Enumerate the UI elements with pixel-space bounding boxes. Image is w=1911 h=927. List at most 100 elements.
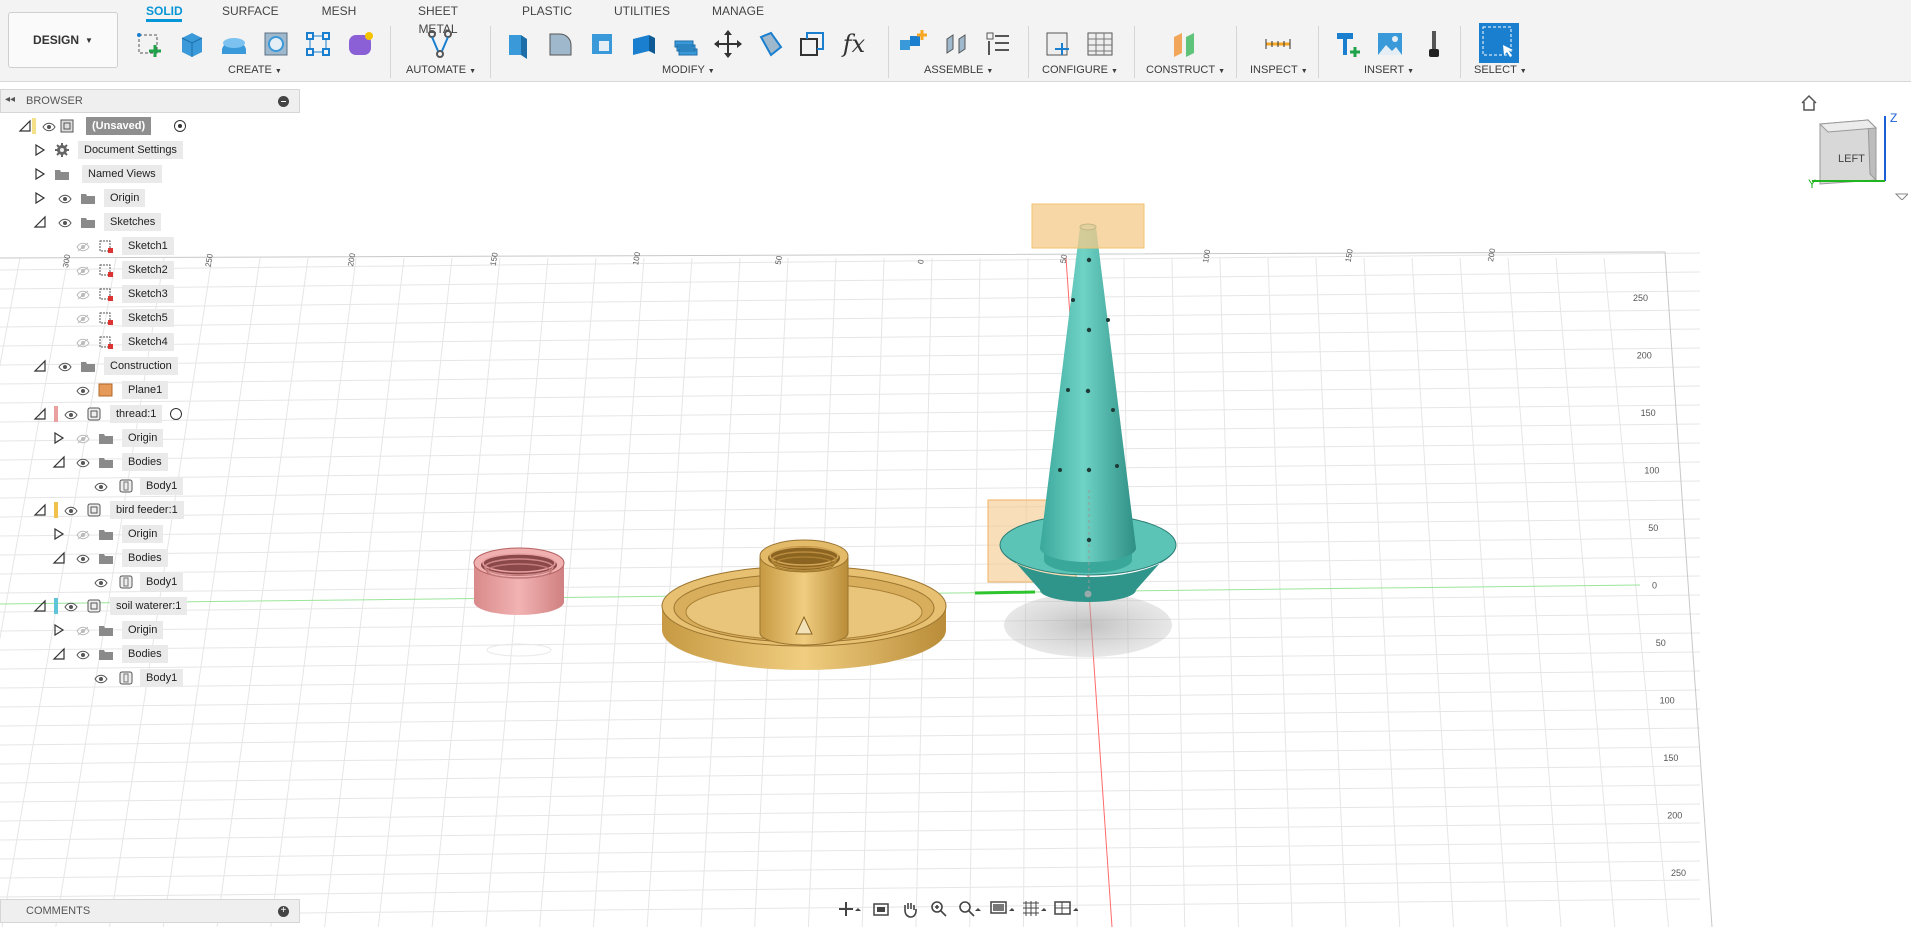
tab-solid[interactable]: SOLID bbox=[146, 2, 183, 22]
tab-plastic[interactable]: PLASTIC bbox=[522, 2, 572, 22]
expand-arrow-icon[interactable] bbox=[33, 191, 47, 205]
move-tool[interactable] bbox=[710, 26, 746, 62]
automate-menu[interactable]: AUTOMATE ▼ bbox=[406, 64, 476, 76]
activate-radio[interactable] bbox=[174, 120, 186, 132]
hidden-eye-icon[interactable] bbox=[76, 433, 90, 444]
bird-feeder-body[interactable] bbox=[661, 539, 947, 670]
hidden-eye-icon[interactable] bbox=[76, 313, 90, 324]
decal-tool[interactable] bbox=[1416, 26, 1452, 62]
measure-tool[interactable] bbox=[1260, 26, 1296, 62]
hidden-eye-icon[interactable] bbox=[76, 337, 90, 348]
eye-icon[interactable] bbox=[58, 361, 72, 372]
align-tool[interactable] bbox=[752, 26, 788, 62]
minimize-icon[interactable] bbox=[278, 96, 289, 107]
collapse-arrow-icon[interactable] bbox=[52, 455, 66, 469]
tab-surface[interactable]: SURFACE bbox=[222, 2, 279, 22]
parameters-tool[interactable]: fx bbox=[836, 26, 872, 62]
chamfer-tool[interactable] bbox=[584, 26, 620, 62]
configure-tool[interactable] bbox=[1040, 26, 1076, 62]
eye-icon[interactable] bbox=[94, 673, 108, 684]
insert-derive-tool[interactable] bbox=[1330, 26, 1366, 62]
workspace-switcher[interactable]: DESIGN ▼ bbox=[8, 12, 118, 68]
collapse-arrow-icon[interactable] bbox=[33, 215, 47, 229]
combine-tool[interactable] bbox=[668, 26, 704, 62]
assemble-menu[interactable]: ASSEMBLE ▼ bbox=[924, 64, 993, 76]
expand-arrow-icon[interactable] bbox=[52, 623, 66, 637]
form-tool[interactable] bbox=[342, 26, 378, 62]
joint-tool[interactable] bbox=[938, 26, 974, 62]
fit-button[interactable] bbox=[958, 899, 982, 919]
configuration-table-tool[interactable] bbox=[1082, 26, 1118, 62]
insert-menu[interactable]: INSERT ▼ bbox=[1364, 64, 1414, 76]
hidden-eye-icon[interactable] bbox=[76, 241, 90, 252]
viewcube-menu-icon[interactable] bbox=[1894, 193, 1908, 200]
viewcube[interactable]: LEFT Z Y bbox=[1808, 110, 1908, 200]
tab-mesh[interactable]: MESH bbox=[320, 2, 358, 22]
tab-sheet-metal[interactable]: SHEET METAL bbox=[398, 2, 478, 36]
configure-menu[interactable]: CONFIGURE ▼ bbox=[1042, 64, 1118, 76]
look-at-button[interactable] bbox=[870, 899, 891, 919]
shell-tool[interactable] bbox=[626, 26, 662, 62]
modify-menu[interactable]: MODIFY ▼ bbox=[662, 64, 715, 76]
create-menu[interactable]: CREATE ▼ bbox=[228, 64, 282, 76]
expand-arrow-icon[interactable] bbox=[33, 143, 47, 157]
comments-panel[interactable]: COMMENTS + bbox=[0, 899, 300, 923]
collapse-arrow-icon[interactable] bbox=[52, 647, 66, 661]
new-component-tool[interactable] bbox=[896, 26, 932, 62]
scale-tool[interactable] bbox=[794, 26, 830, 62]
hidden-eye-icon[interactable] bbox=[76, 625, 90, 636]
collapse-arrow-icon[interactable] bbox=[33, 359, 47, 373]
eye-icon[interactable] bbox=[76, 553, 90, 564]
automate-tool[interactable] bbox=[422, 26, 458, 62]
eye-icon[interactable] bbox=[64, 601, 78, 612]
collapse-arrow-icon[interactable] bbox=[52, 551, 66, 565]
pattern-tool[interactable] bbox=[300, 26, 336, 62]
extrude-box-tool[interactable] bbox=[174, 26, 210, 62]
collapse-arrow-icon[interactable] bbox=[33, 599, 47, 613]
eye-icon[interactable] bbox=[58, 193, 72, 204]
expand-arrow-icon[interactable] bbox=[33, 167, 47, 181]
select-menu[interactable]: SELECT ▼ bbox=[1474, 64, 1527, 76]
cylinder-tool[interactable] bbox=[216, 26, 252, 62]
viewports-button[interactable] bbox=[1054, 899, 1078, 919]
select-tool[interactable] bbox=[1478, 22, 1520, 64]
offset-plane-tool[interactable] bbox=[1166, 26, 1202, 62]
hole-tool[interactable] bbox=[258, 26, 294, 62]
ruler-tick-label: 50 bbox=[1059, 253, 1070, 264]
create-sketch-tool[interactable] bbox=[132, 26, 168, 62]
collapse-arrow-icon[interactable] bbox=[33, 407, 47, 421]
pan-button[interactable] bbox=[899, 899, 920, 919]
zoom-button[interactable] bbox=[929, 899, 950, 919]
eye-icon[interactable] bbox=[42, 121, 56, 132]
eye-icon[interactable] bbox=[76, 457, 90, 468]
expand-arrow-icon[interactable] bbox=[52, 527, 66, 541]
activate-radio[interactable] bbox=[170, 408, 182, 420]
construct-menu[interactable]: CONSTRUCT ▼ bbox=[1146, 64, 1225, 76]
fillet-tool[interactable] bbox=[542, 26, 578, 62]
hidden-eye-icon[interactable] bbox=[76, 265, 90, 276]
canvas-tool[interactable] bbox=[1372, 26, 1408, 62]
thread-body[interactable] bbox=[473, 547, 565, 657]
eye-icon[interactable] bbox=[94, 577, 108, 588]
grid-settings-button[interactable] bbox=[1022, 899, 1046, 919]
collapse-arrow-icon[interactable] bbox=[33, 503, 47, 517]
eye-icon[interactable] bbox=[64, 409, 78, 420]
bom-tool[interactable] bbox=[980, 26, 1016, 62]
orbit-button[interactable] bbox=[838, 899, 862, 919]
eye-icon[interactable] bbox=[64, 505, 78, 516]
press-pull-tool[interactable] bbox=[500, 26, 536, 62]
eye-icon[interactable] bbox=[94, 481, 108, 492]
collapse-panel-icon[interactable]: ◂◂ bbox=[5, 94, 15, 105]
tab-manage[interactable]: MANAGE bbox=[712, 2, 764, 22]
hidden-eye-icon[interactable] bbox=[76, 289, 90, 300]
collapse-arrow-icon[interactable] bbox=[18, 119, 32, 133]
inspect-menu[interactable]: INSPECT ▼ bbox=[1250, 64, 1308, 76]
tab-utilities[interactable]: UTILITIES bbox=[614, 2, 670, 22]
add-comment-icon[interactable]: + bbox=[278, 906, 289, 917]
expand-arrow-icon[interactable] bbox=[52, 431, 66, 445]
hidden-eye-icon[interactable] bbox=[76, 529, 90, 540]
eye-icon[interactable] bbox=[76, 649, 90, 660]
eye-icon[interactable] bbox=[76, 385, 90, 396]
eye-icon[interactable] bbox=[58, 217, 72, 228]
display-settings-button[interactable] bbox=[990, 899, 1014, 919]
